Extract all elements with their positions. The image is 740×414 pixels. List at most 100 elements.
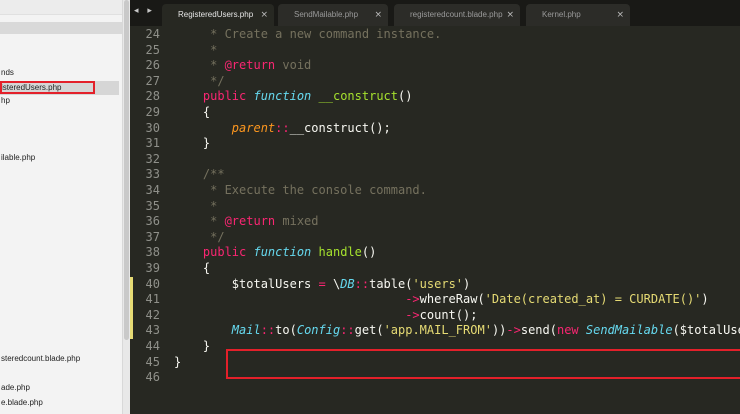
code-line: public function __construct() — [174, 89, 413, 105]
code-line: } — [174, 136, 210, 152]
code-line: } — [174, 339, 210, 355]
line-number: 27 — [145, 73, 160, 88]
line-number: 38 — [145, 245, 160, 260]
code-token: * Execute the console command. — [174, 183, 427, 197]
code-token: $totalUsers — [174, 276, 319, 291]
code-token: Config — [296, 323, 341, 338]
code-token: whereRaw( — [419, 292, 485, 307]
sidebar-file-item[interactable]: ilable.php — [0, 151, 35, 165]
sidebar-file-item[interactable]: ade.php — [0, 381, 30, 395]
code-line: public function handle() — [174, 245, 376, 261]
line-number: 36 — [145, 214, 160, 229]
code-token: { — [174, 105, 211, 119]
line-number: 29 — [145, 105, 160, 119]
tab-label: SendMailable.php — [294, 10, 359, 19]
code-token: * — [174, 214, 225, 229]
code-line: * Create a new command instance. — [174, 27, 441, 43]
line-number: 43 — [145, 323, 160, 338]
line-number: 33 — [145, 167, 160, 182]
sidebar-file-item[interactable]: isteredUsers.php — [0, 81, 119, 95]
tab-bar: ◂ ▸ RegisteredUsers.php × SendMailable.p… — [130, 0, 740, 26]
line-number: 40 — [145, 276, 160, 291]
code-token: __construct(); — [289, 120, 391, 135]
code-line: ->count(); — [174, 308, 477, 324]
code-token: ) — [463, 276, 471, 291]
code-token: to( — [275, 323, 297, 338]
code-line: parent::__construct(); — [174, 121, 391, 137]
code-highlight-box — [226, 349, 740, 379]
code-line: $totalUsers = \DB::table('users') — [174, 277, 470, 293]
line-number: 46 — [145, 370, 160, 385]
code-line: /** — [174, 167, 225, 183]
code-line: * @return mixed — [174, 214, 319, 230]
close-icon[interactable]: × — [260, 4, 268, 26]
tab-registeredcount[interactable]: registeredcount.blade.php × — [394, 4, 520, 26]
modified-line-marker — [130, 276, 133, 293]
code-line: * Execute the console command. — [174, 183, 427, 199]
code-line: { — [174, 105, 210, 121]
code-token: public — [174, 245, 254, 260]
code-line: */ — [174, 74, 224, 90]
tab-label: RegisteredUsers.php — [178, 10, 254, 19]
line-number: 37 — [145, 229, 160, 244]
code-line: { — [174, 261, 210, 277]
code-token: * — [174, 58, 225, 73]
sidebar-scrollbar-thumb[interactable] — [124, 0, 129, 340]
code-token: SendMailable — [585, 323, 673, 338]
code-token: :: — [354, 276, 370, 291]
code-token: } — [174, 354, 182, 369]
sidebar-file-item[interactable]: hp — [0, 94, 10, 108]
code-token: void — [275, 58, 312, 73]
code-token: } — [174, 339, 211, 353]
line-number-gutter: 24 25 26 27 28 29 30 31 32 33 34 35 36 37 38 39 40 41 42 43… — [130, 26, 168, 414]
line-number: 24 — [145, 27, 160, 41]
code-token: :: — [340, 323, 355, 338]
code-token: * Create a new command instance. — [174, 27, 442, 41]
code-token: @return — [224, 58, 276, 73]
line-number: 45 — [145, 354, 160, 369]
code-token: -> — [506, 323, 521, 338]
close-icon[interactable]: × — [616, 4, 624, 26]
line-number: 35 — [145, 198, 160, 213]
code-line: */ — [174, 230, 224, 246]
tab-nav-arrows[interactable]: ◂ ▸ — [134, 6, 155, 16]
line-number: 30 — [145, 120, 160, 135]
tab-kernel[interactable]: Kernel.php × — [526, 4, 630, 26]
code-token: function — [253, 245, 312, 260]
code-token: 'app.MAIL_FROM' — [383, 323, 492, 338]
line-number: 34 — [145, 183, 160, 197]
code-token: { — [174, 261, 211, 275]
code-token: mixed — [275, 214, 319, 229]
sidebar-folder-row[interactable] — [0, 22, 122, 34]
code-token: 'users' — [412, 276, 464, 291]
code-token: count(); — [419, 307, 478, 322]
close-icon[interactable]: × — [506, 4, 514, 26]
modified-line-marker — [130, 292, 133, 308]
line-number: 25 — [145, 42, 160, 57]
line-number: 39 — [145, 261, 160, 275]
tab-sendmailable[interactable]: SendMailable.php × — [278, 4, 388, 26]
code-editor[interactable]: 24 25 26 27 28 29 30 31 32 33 34 35 36 37 38 39 40 41 42 43… — [130, 26, 740, 414]
sidebar-file-item[interactable]: nds — [0, 66, 14, 80]
code-token: /** — [174, 167, 225, 182]
tab-registeredusers[interactable]: RegisteredUsers.php × — [162, 4, 274, 26]
code-token: @return — [224, 214, 276, 229]
code-token: -> — [405, 307, 420, 322]
code-token: 'Date(created_at) = CURDATE()' — [484, 292, 702, 307]
line-number: 28 — [145, 89, 160, 104]
line-number: 44 — [145, 339, 160, 353]
sidebar-file-item[interactable]: steredcount.blade.php — [0, 352, 80, 366]
sidebar-file-item[interactable]: e.blade.php — [0, 396, 43, 410]
code-token: \ — [325, 276, 341, 291]
close-icon[interactable]: × — [374, 4, 382, 26]
code-token: ) — [701, 292, 709, 307]
code-token: handle — [318, 245, 362, 260]
line-number: 32 — [145, 151, 160, 166]
code-line: ->whereRaw('Date(created_at) = CURDATE()… — [174, 292, 709, 308]
code-token: new — [556, 323, 586, 338]
code-token: :: — [260, 323, 276, 338]
code-line: * @return void — [174, 58, 311, 74]
code-token: parent — [231, 120, 276, 135]
